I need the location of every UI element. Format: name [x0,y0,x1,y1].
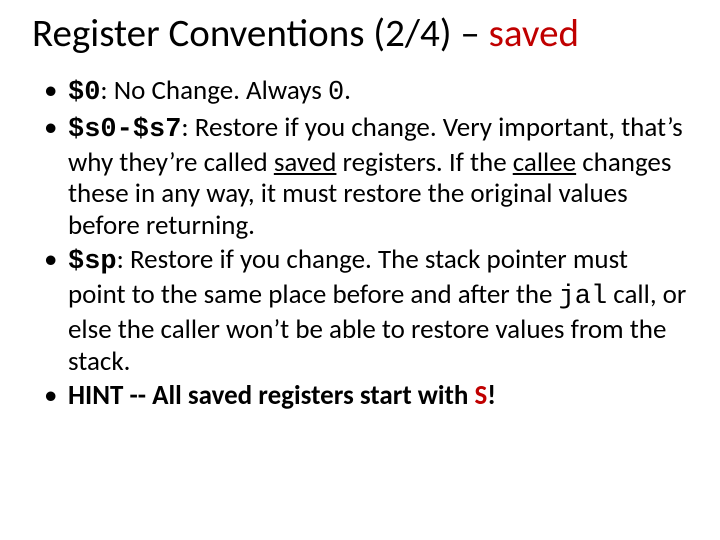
text: Restore if you change. The stack pointer… [68,243,628,311]
text: : [100,74,113,107]
literal-zero: 0 [328,78,344,108]
title-saved-word: saved [489,10,579,57]
hint-text: HINT -- All saved registers start with [68,379,475,412]
bullet-zero-register: $0: No Change. Always 0. [44,75,688,110]
reg-zero: $0 [68,78,100,108]
bullet-list: $0: No Change. Always 0. $s0-$s7: Restor… [32,75,688,412]
underline-callee: callee [513,146,576,179]
text: . [344,74,351,107]
bullet-saved-registers: $s0-$s7: Restore if you change. Very imp… [44,112,688,242]
hint-excl: ! [487,379,496,412]
bullet-stack-pointer: $sp: Restore if you change. The stack po… [44,244,688,377]
text: registers. If the [336,146,512,179]
bullet-hint: HINT -- All saved registers start with S… [44,380,688,412]
reg-sp: $sp [68,247,117,277]
literal-jal: jal [559,282,608,312]
text: : [181,111,194,144]
reg-s0-s7: $s0-$s7 [68,115,181,145]
text: : [117,243,130,276]
slide-title: Register Conventions (2/4) – saved [32,12,688,57]
hint-s-letter: S [475,379,488,412]
slide: Register Conventions (2/4) – saved $0: N… [0,0,720,540]
text: No Change. Always [114,74,328,107]
underline-saved: saved [274,146,337,179]
title-main: Register Conventions (2/4) – [32,10,489,57]
